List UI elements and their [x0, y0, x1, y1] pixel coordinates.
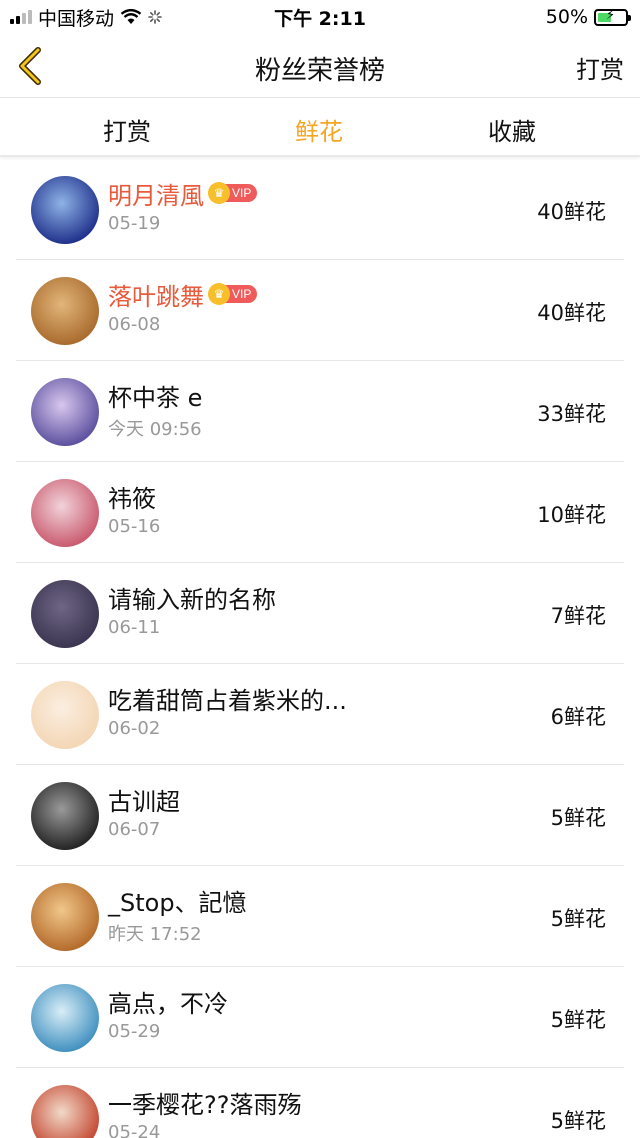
- flower-count: 40鲜花: [537, 301, 606, 325]
- timestamp: 05-19: [108, 213, 161, 234]
- list-item[interactable]: 高点，不冷 05-29 5鲜花: [0, 967, 640, 1068]
- timestamp: 06-08: [108, 314, 161, 335]
- flower-count: 6鲜花: [550, 705, 606, 729]
- list-item[interactable]: 明月清風 ♛ VIP 05-19 40鲜花: [0, 159, 640, 260]
- name-line: 落叶跳舞 ♛ VIP: [108, 279, 258, 311]
- name-line: 古训超: [108, 784, 180, 816]
- name-line: 明月清風 ♛ VIP: [108, 178, 258, 210]
- user-name: 杯中茶 e: [108, 383, 203, 412]
- avatar[interactable]: [31, 883, 99, 951]
- tab-favorites[interactable]: 收藏: [488, 112, 536, 147]
- user-name: 吃着甜筒占着紫米的...: [108, 686, 347, 715]
- flower-count: 5鲜花: [550, 1008, 606, 1032]
- timestamp: 06-07: [108, 819, 161, 840]
- name-line: _Stop、記憶: [108, 885, 247, 917]
- list-item[interactable]: _Stop、記憶昨天 17:52 5鲜花: [0, 866, 640, 967]
- user-name: 请输入新的名称: [108, 585, 276, 614]
- timestamp: 05-16: [108, 516, 161, 537]
- crown-icon: ♛: [208, 182, 230, 204]
- list-item[interactable]: 落叶跳舞 ♛ VIP 06-08 40鲜花: [0, 260, 640, 361]
- avatar[interactable]: [31, 984, 99, 1052]
- user-name: _Stop、記憶: [108, 888, 247, 917]
- status-right: 50% ⚡: [545, 0, 631, 34]
- list-item[interactable]: 吃着甜筒占着紫米的... 06-02 6鲜花: [0, 664, 640, 765]
- flower-count: 40鲜花: [537, 200, 606, 224]
- fan-ranking-list: 明月清風 ♛ VIP 05-19 40鲜花 落叶跳舞 ♛ VIP 06-08 40鲜花 杯中茶 e今…: [0, 159, 640, 1138]
- name-line: 祎筱: [108, 481, 156, 513]
- user-name: 古训超: [108, 787, 180, 816]
- name-line: 高点，不冷: [108, 986, 228, 1018]
- avatar[interactable]: [31, 378, 99, 446]
- status-time: 下午 2:11: [274, 8, 366, 30]
- flower-count: 5鲜花: [550, 1109, 606, 1133]
- avatar[interactable]: [31, 176, 99, 244]
- name-line: 一季樱花??落雨殇: [108, 1087, 302, 1119]
- tab-bar: 打赏 鲜花 收藏: [0, 99, 640, 157]
- avatar[interactable]: [31, 1085, 99, 1138]
- charging-bolt-icon: ⚡: [606, 7, 616, 23]
- flower-count: 33鲜花: [537, 402, 606, 426]
- status-bar: 中国移动 下午 2:11 50% ⚡: [0, 0, 640, 34]
- name-line: 吃着甜筒占着紫米的...: [108, 683, 347, 715]
- nav-bar: 粉丝荣誉榜 打赏: [0, 34, 640, 98]
- avatar[interactable]: [31, 580, 99, 648]
- timestamp: 今天 09:56: [108, 419, 202, 440]
- name-line: 请输入新的名称: [108, 582, 276, 614]
- user-name: 落叶跳舞: [108, 282, 204, 311]
- user-name: 明月清風: [108, 181, 204, 210]
- timestamp: 06-11: [108, 617, 161, 638]
- avatar[interactable]: [31, 479, 99, 547]
- chevron-left-icon[interactable]: [14, 46, 48, 86]
- tab-reward[interactable]: 打赏: [103, 112, 151, 147]
- avatar[interactable]: [31, 782, 99, 850]
- page-title: 粉丝荣誉榜: [254, 56, 385, 86]
- battery-percent: 50%: [545, 6, 588, 28]
- list-item[interactable]: 一季樱花??落雨殇 05-24 5鲜花: [0, 1068, 640, 1138]
- flower-count: 7鲜花: [550, 604, 606, 628]
- flower-count: 5鲜花: [550, 806, 606, 830]
- flower-count: 5鲜花: [550, 907, 606, 931]
- list-item[interactable]: 杯中茶 e 今天 09:56 33鲜花: [0, 361, 640, 462]
- list-item[interactable]: 古训超 06-07 5鲜花: [0, 765, 640, 866]
- tab-flowers[interactable]: 鲜花: [295, 112, 343, 147]
- timestamp: 05-24: [108, 1122, 161, 1138]
- vip-badge: ♛ VIP: [208, 182, 258, 204]
- flower-count: 10鲜花: [537, 503, 606, 527]
- crown-icon: ♛: [208, 283, 230, 305]
- timestamp: 05-29: [108, 1021, 161, 1042]
- vip-badge: ♛ VIP: [208, 283, 258, 305]
- timestamp: 06-02: [108, 718, 161, 739]
- avatar[interactable]: [31, 681, 99, 749]
- name-line: 杯中茶 e: [108, 380, 203, 412]
- battery-icon: ⚡: [594, 7, 631, 26]
- list-item[interactable]: 请输入新的名称 06-11 7鲜花: [0, 563, 640, 664]
- timestamp: 昨天 17:52: [108, 924, 202, 945]
- user-name: 一季樱花??落雨殇: [108, 1090, 302, 1119]
- list-item[interactable]: 祎筱 05-16 10鲜花: [0, 462, 640, 563]
- user-name: 祎筱: [108, 484, 156, 513]
- reward-button[interactable]: 打赏: [576, 50, 624, 85]
- avatar[interactable]: [31, 277, 99, 345]
- user-name: 高点，不冷: [108, 989, 228, 1018]
